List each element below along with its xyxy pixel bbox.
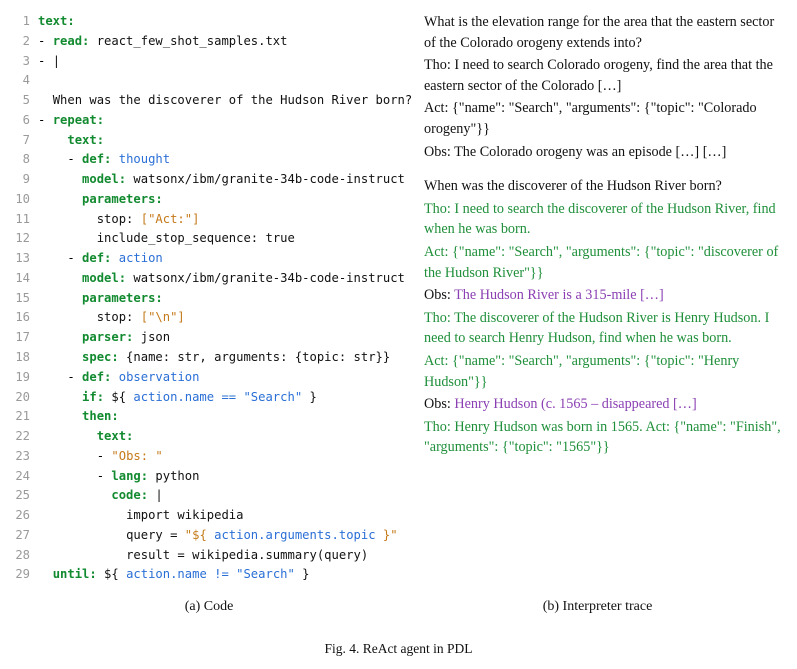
trace-example-action: Act: {"name": "Search", "arguments": {"t… [424,98,787,139]
trace-thought-3: Tho: Henry Hudson was born in 1565. Act:… [424,417,787,458]
code-column: 1text: 2- read: react_few_shot_samples.t… [10,12,408,585]
trace-observation-2: Obs: Henry Hudson (c. 1565 – disappeared… [424,394,787,415]
trace-example-thought: Tho: I need to search Colorado orogeny, … [424,55,787,96]
trace-observation-1: Obs: The Hudson River is a 315-mile […] [424,285,787,306]
trace-action-2: Act: {"name": "Search", "arguments": {"t… [424,351,787,392]
trace-thought-2: Tho: The discoverer of the Hudson River … [424,308,787,349]
caption-b: (b) Interpreter trace [408,599,787,615]
figure-body: 1text: 2- read: react_few_shot_samples.t… [10,12,787,585]
code-listing: 1text: 2- read: react_few_shot_samples.t… [10,12,408,585]
trace-example-question: What is the elevation range for the area… [424,12,787,53]
trace-question: When was the discoverer of the Hudson Ri… [424,176,787,197]
trace-action-1: Act: {"name": "Search", "arguments": {"t… [424,242,787,283]
trace-example-observation: Obs: The Colorado orogeny was an episode… [424,142,787,163]
interpreter-trace: What is the elevation range for the area… [424,12,787,458]
subcaptions: (a) Code (b) Interpreter trace [10,599,787,615]
trace-column: What is the elevation range for the area… [424,12,787,585]
trace-thought-1: Tho: I need to search the discoverer of … [424,199,787,240]
caption-a: (a) Code [10,599,408,615]
